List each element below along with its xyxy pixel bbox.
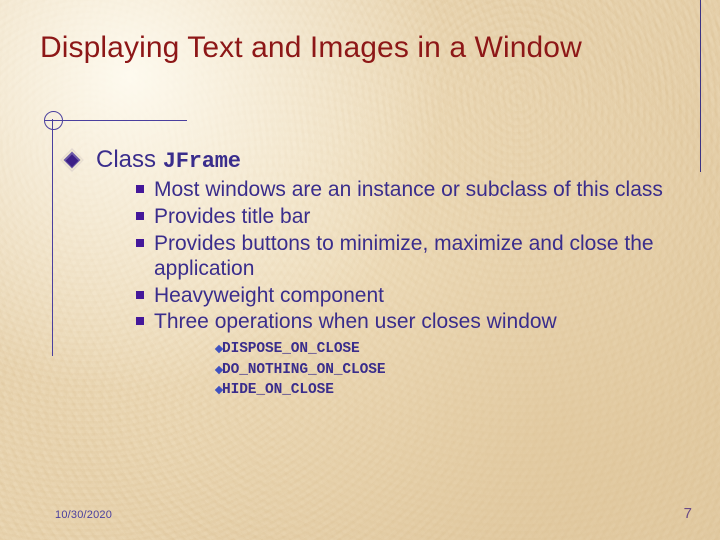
list-item-level3: DISPOSE_ON_CLOSE [136,339,682,360]
level2-text: Three operations when user closes window [154,310,557,334]
square-bullet-icon [136,238,144,247]
level2-text: Provides title bar [154,205,311,228]
circle-marker-icon [44,111,63,130]
footer-page-number: 7 [683,505,692,522]
level2-text: Heavyweight component [154,283,384,307]
level3-text: DISPOSE_ON_CLOSE [222,341,360,358]
level3-text: DO_NOTHING_ON_CLOSE [222,361,386,378]
diamond-bullet-icon [60,148,84,172]
list-item-level2: Most windows are an instance or subclass… [96,177,682,203]
slide-canvas: Displaying Text and Images in a Window C… [0,0,720,540]
list-item-level2: Provides title bar [96,204,682,230]
bullet-list-level1: Class JFrame Most windows are an instanc… [60,146,682,401]
list-item-level2: Heavyweight component [96,283,682,309]
list-item-level1: Class JFrame Most windows are an instanc… [60,146,682,401]
level1-label-plain: Class [96,146,163,173]
level2-text: Provides buttons to minimize, maximize a… [154,231,654,281]
footer-date: 10/30/2020 [55,509,113,521]
level3-text: HIDE_ON_CLOSE [222,382,334,399]
square-bullet-icon [136,290,144,299]
left-vertical-rule [52,119,53,356]
list-item-level2: Provides buttons to minimize, maximize a… [96,231,682,282]
title-underline-rule [45,120,187,121]
square-bullet-icon [136,185,144,194]
list-item-level2: Three operations when user closes window… [96,309,682,400]
page-title: Displaying Text and Images in a Window [40,31,582,64]
bullet-list-level2: Most windows are an instance or subclass… [96,177,682,400]
level1-label-code: JFrame [162,149,241,174]
square-bullet-icon [136,212,144,220]
list-item-level3: HIDE_ON_CLOSE [136,380,682,401]
slide-body: Class JFrame Most windows are an instanc… [60,146,682,403]
square-bullet-icon [136,317,144,326]
bullet-list-level3: DISPOSE_ON_CLOSE DO_NOTHING_ON_CLOSE HID… [136,339,682,401]
right-vertical-rule [700,0,701,172]
list-item-level3: DO_NOTHING_ON_CLOSE [136,360,682,381]
level2-text: Most windows are an instance or subclass… [154,178,663,202]
